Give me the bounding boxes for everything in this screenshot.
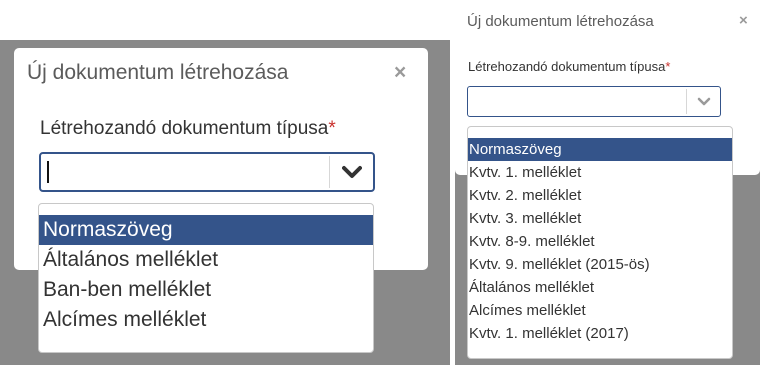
dropdown-option[interactable]: Általános melléklet — [39, 245, 373, 275]
close-icon[interactable]: × — [739, 12, 748, 29]
chevron-down-icon[interactable] — [330, 154, 373, 190]
dropdown-option[interactable]: Normaszöveg — [468, 138, 732, 161]
chevron-down-icon[interactable] — [687, 87, 720, 116]
dialog-title: Új dokumentum létrehozása — [27, 61, 289, 84]
dropdown-option[interactable]: Kvtv. 8-9. melléklet — [468, 230, 732, 253]
field-label: Létrehozandó dokumentum típusa* — [40, 118, 336, 140]
text-cursor — [47, 161, 49, 183]
close-icon[interactable]: × — [394, 61, 406, 85]
required-marker: * — [665, 59, 671, 74]
required-marker: * — [328, 118, 336, 139]
right-dropdown-menu: Normaszöveg Kvtv. 1. melléklet Kvtv. 2. me… — [467, 126, 733, 359]
field-label: Létrehozandó dokumentum típusa* — [468, 59, 670, 74]
dropdown-option[interactable]: Normaszöveg — [39, 215, 373, 245]
document-type-combobox[interactable] — [39, 152, 375, 192]
dropdown-option[interactable]: Alcímes melléklet — [39, 305, 373, 335]
dialog-title: Új dokumentum létrehozása — [467, 13, 654, 30]
dropdown-option[interactable]: Kvtv. 1. melléklet (2017) — [468, 322, 732, 345]
document-type-combobox[interactable] — [467, 86, 721, 117]
dropdown-option[interactable]: Ban-ben melléklet — [39, 275, 373, 305]
dropdown-option[interactable]: Kvtv. 3. melléklet — [468, 207, 732, 230]
dropdown-option[interactable]: Általános melléklet — [468, 276, 732, 299]
left-dropdown-menu: Normaszöveg Általános melléklet Ban-ben me… — [38, 203, 374, 353]
dropdown-option[interactable]: Alcímes melléklet — [468, 299, 732, 322]
field-label-text: Létrehozandó dokumentum típusa — [40, 118, 329, 139]
dropdown-option[interactable]: Kvtv. 9. melléklet (2015-ös) — [468, 253, 732, 276]
dropdown-option[interactable]: Kvtv. 1. melléklet — [468, 161, 732, 184]
right-option-list: Normaszöveg Kvtv. 1. melléklet Kvtv. 2. me… — [468, 138, 732, 345]
dropdown-option[interactable]: Kvtv. 2. melléklet — [468, 184, 732, 207]
field-label-text: Létrehozandó dokumentum típusa — [468, 59, 666, 74]
left-option-list: Normaszöveg Általános melléklet Ban-ben me… — [39, 215, 373, 335]
